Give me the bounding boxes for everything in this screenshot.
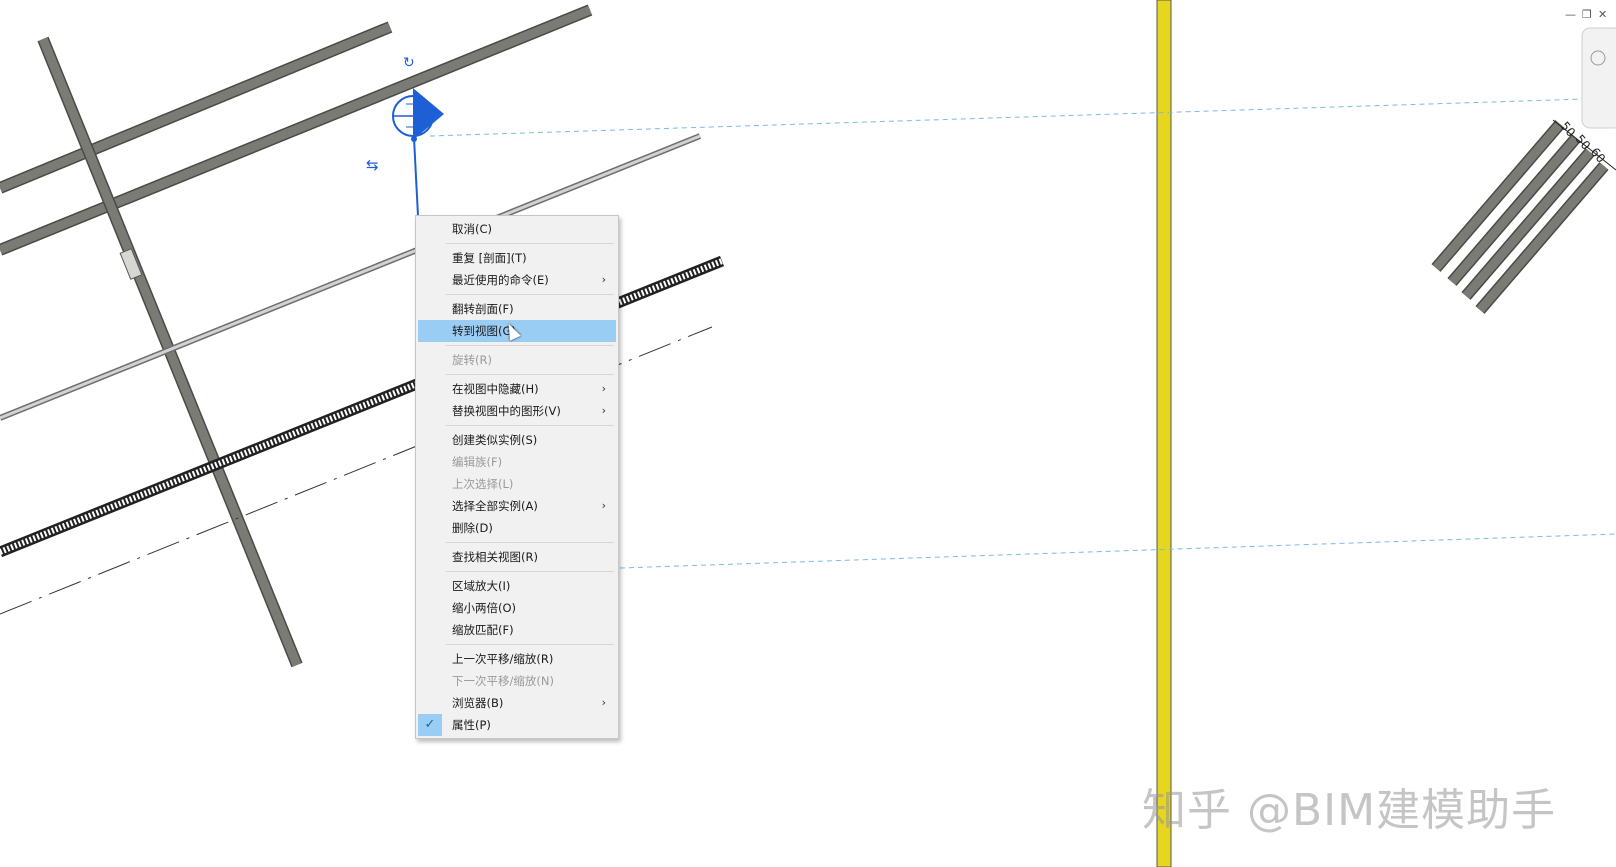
submenu-arrow-icon: › bbox=[601, 499, 606, 512]
drawing-canvas[interactable]: ↻ ⇆ 50 50 60 bbox=[0, 0, 1616, 867]
menu-separator bbox=[446, 374, 614, 375]
submenu-arrow-icon: › bbox=[601, 696, 606, 709]
menu-item-label: 在视图中隐藏(H) bbox=[452, 382, 539, 396]
menu-separator bbox=[446, 571, 614, 572]
dimension-label: 60 bbox=[1588, 145, 1609, 166]
menu-separator bbox=[446, 644, 614, 645]
menu-item[interactable]: 查找相关视图(R) bbox=[418, 546, 616, 568]
menu-item-label: 翻转剖面(F) bbox=[452, 302, 514, 316]
menu-item: 下一次平移/缩放(N) bbox=[418, 670, 616, 692]
context-menu: 取消(C) 重复 [剖面](T) 最近使用的命令(E) › 翻转剖面(F) 转到视图(G)… bbox=[415, 215, 619, 739]
section-marker[interactable] bbox=[392, 88, 444, 217]
menu-item-label: 取消(C) bbox=[452, 222, 493, 236]
restore-button[interactable]: ❐ bbox=[1582, 8, 1592, 21]
menu-item[interactable]: 区域放大(I) bbox=[418, 575, 616, 597]
menu-separator bbox=[446, 425, 614, 426]
menu-item[interactable]: 在视图中隐藏(H) › bbox=[418, 378, 616, 400]
menu-item[interactable]: 浏览器(B) › bbox=[418, 692, 616, 714]
menu-item-label: 选择全部实例(A) bbox=[452, 499, 538, 513]
watermark: 知乎 @BIM建模助手 bbox=[1142, 785, 1557, 836]
menu-item: 旋转(R) bbox=[418, 349, 616, 371]
menu-item: 编辑族(F) bbox=[418, 451, 616, 473]
menu-item[interactable]: 删除(D) bbox=[418, 517, 616, 539]
reference-line-lower bbox=[619, 533, 1616, 569]
menu-item[interactable]: 最近使用的命令(E) › bbox=[418, 269, 616, 291]
menu-item[interactable]: 替换视图中的图形(V) › bbox=[418, 400, 616, 422]
minimize-button[interactable]: — bbox=[1565, 8, 1576, 21]
menu-item-label: 旋转(R) bbox=[452, 353, 492, 367]
yellow-grid-line[interactable] bbox=[1156, 0, 1172, 867]
reference-line-upper bbox=[429, 97, 1616, 137]
menu-item-label: 替换视图中的图形(V) bbox=[452, 404, 561, 418]
submenu-arrow-icon: › bbox=[601, 382, 606, 395]
view-cube[interactable] bbox=[1581, 27, 1616, 129]
menu-item[interactable]: 上一次平移/缩放(R) bbox=[418, 648, 616, 670]
flip-icon[interactable]: ⇆ bbox=[366, 156, 379, 174]
menu-separator bbox=[446, 542, 614, 543]
menu-item-label: 创建类似实例(S) bbox=[452, 433, 538, 447]
menu-item[interactable]: 取消(C) bbox=[418, 218, 616, 240]
menu-item-label: 查找相关视图(R) bbox=[452, 550, 538, 564]
menu-item-label: 缩放匹配(F) bbox=[452, 623, 514, 637]
menu-item[interactable]: 转到视图(G) bbox=[418, 320, 616, 342]
submenu-arrow-icon: › bbox=[601, 404, 606, 417]
checkmark-icon: ✓ bbox=[418, 714, 442, 736]
menu-item-label: 上次选择(L) bbox=[452, 477, 514, 491]
menu-separator bbox=[446, 243, 614, 244]
dimension-label: 50 bbox=[1558, 119, 1579, 140]
menu-item[interactable]: ✓ 属性(P) bbox=[418, 714, 616, 736]
menu-item-label: 编辑族(F) bbox=[452, 455, 503, 469]
menu-item-label: 区域放大(I) bbox=[452, 579, 511, 593]
menu-item[interactable]: 重复 [剖面](T) bbox=[418, 247, 616, 269]
close-button[interactable]: ✕ bbox=[1598, 8, 1607, 21]
menu-item[interactable]: 缩小两倍(O) bbox=[418, 597, 616, 619]
menu-item-label: 下一次平移/缩放(N) bbox=[452, 674, 554, 688]
menu-item-label: 缩小两倍(O) bbox=[452, 601, 517, 615]
menu-item-label: 重复 [剖面](T) bbox=[452, 251, 527, 265]
menu-item-label: 最近使用的命令(E) bbox=[452, 273, 549, 287]
menu-separator bbox=[446, 345, 614, 346]
beam-group-right[interactable] bbox=[1431, 119, 1616, 314]
menu-separator bbox=[446, 294, 614, 295]
menu-item[interactable]: 创建类似实例(S) bbox=[418, 429, 616, 451]
menu-item-label: 属性(P) bbox=[452, 718, 491, 732]
menu-item-label: 删除(D) bbox=[452, 521, 493, 535]
menu-item-label: 上一次平移/缩放(R) bbox=[452, 652, 554, 666]
menu-item-label: 浏览器(B) bbox=[452, 696, 504, 710]
menu-item[interactable]: 缩放匹配(F) bbox=[418, 619, 616, 641]
menu-item: 上次选择(L) bbox=[418, 473, 616, 495]
menu-item[interactable]: 翻转剖面(F) bbox=[418, 298, 616, 320]
submenu-arrow-icon: › bbox=[601, 273, 606, 286]
menu-item[interactable]: 选择全部实例(A) › bbox=[418, 495, 616, 517]
rotate-icon[interactable]: ↻ bbox=[403, 55, 415, 71]
